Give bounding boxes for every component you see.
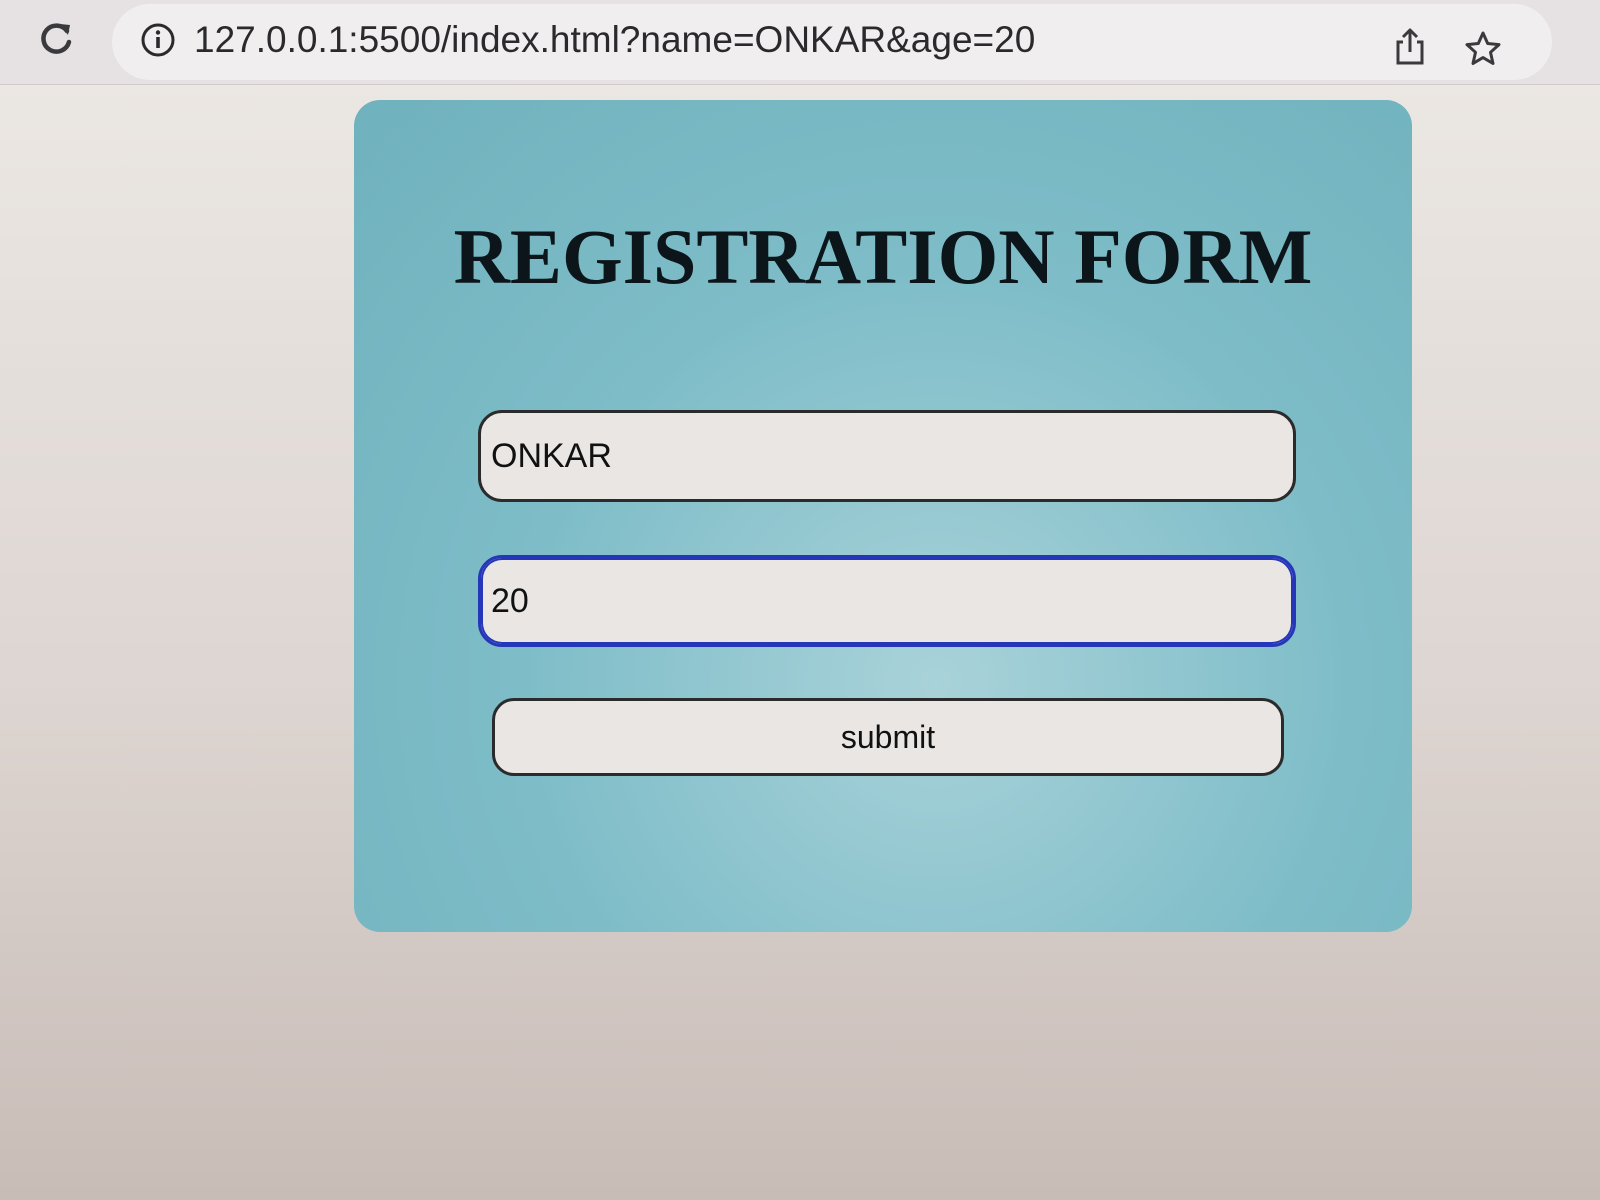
browser-toolbar: 127.0.0.1:5500/index.html?name=ONKAR&age… <box>0 0 1600 85</box>
age-input[interactable] <box>478 555 1296 647</box>
url-text[interactable]: 127.0.0.1:5500/index.html?name=ONKAR&age… <box>194 14 1035 66</box>
submit-button[interactable]: submit <box>492 698 1284 776</box>
name-input[interactable] <box>478 410 1296 502</box>
star-icon[interactable] <box>1464 30 1502 68</box>
info-icon[interactable] <box>140 22 176 58</box>
reload-button[interactable] <box>30 12 82 64</box>
share-icon[interactable] <box>1392 26 1428 66</box>
page-content: REGISTRATION FORM submit <box>0 85 1600 1200</box>
form-title: REGISTRATION FORM <box>453 213 1313 300</box>
address-bar[interactable]: 127.0.0.1:5500/index.html?name=ONKAR&age… <box>112 4 1552 80</box>
registration-form: REGISTRATION FORM submit <box>354 100 1412 932</box>
reload-icon <box>41 23 72 54</box>
